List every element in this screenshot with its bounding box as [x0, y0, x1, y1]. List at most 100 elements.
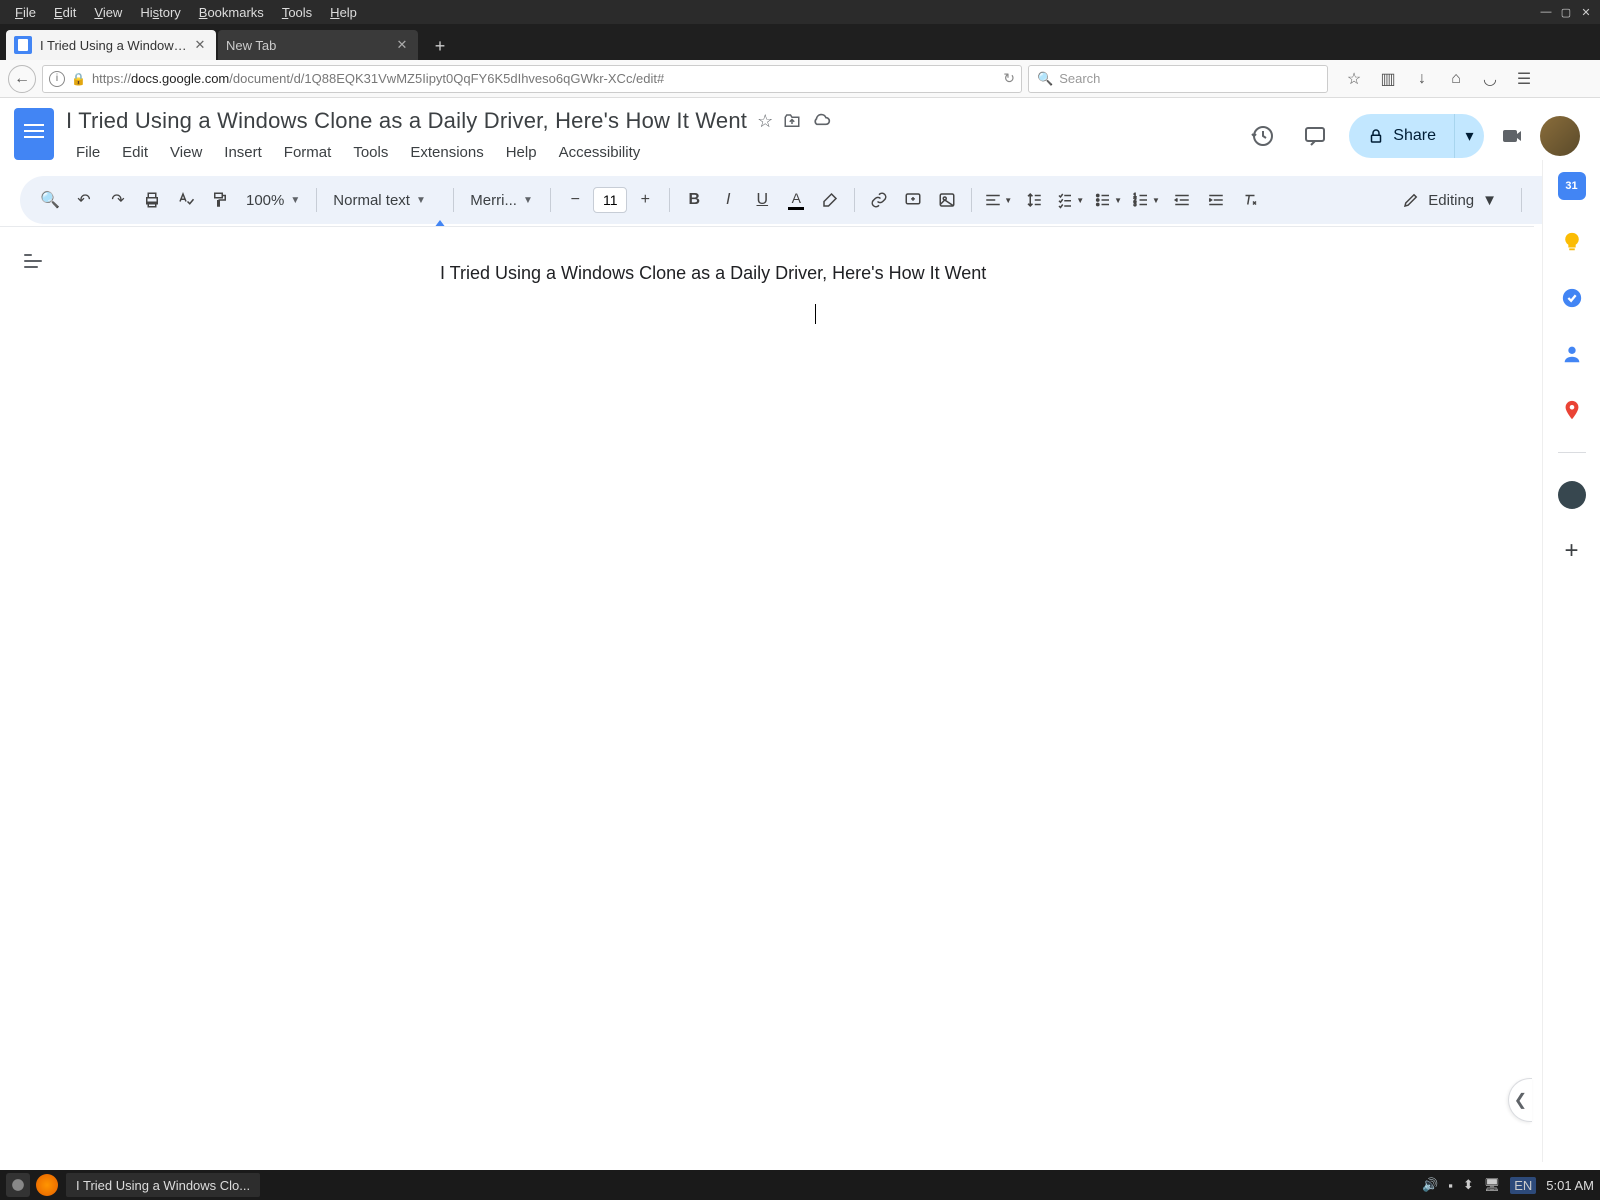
docs-menu-extensions[interactable]: Extensions [400, 140, 493, 165]
bullet-list-button[interactable]: ▼ [1090, 184, 1126, 216]
maps-app-icon[interactable] [1558, 396, 1586, 424]
underline-button[interactable]: U [746, 184, 778, 216]
docs-toolbar: 🔍 ↶ ↷ 100%▼ Normal text▼ Merri...▼ − + B… [20, 176, 1580, 224]
insert-image-button[interactable] [931, 184, 963, 216]
language-indicator[interactable]: EN [1510, 1177, 1536, 1194]
bold-button[interactable]: B [678, 184, 710, 216]
bookmark-star-button[interactable]: ☆ [1344, 69, 1364, 89]
docs-menu-view[interactable]: View [160, 140, 212, 165]
side-panel: 31 + [1542, 160, 1600, 1162]
os-menu-edit[interactable]: Edit [45, 5, 85, 20]
line-spacing-button[interactable] [1018, 184, 1050, 216]
downloads-button[interactable]: ↓ [1412, 69, 1432, 89]
docs-menu-tools[interactable]: Tools [343, 140, 398, 165]
insert-link-button[interactable] [863, 184, 895, 216]
start-button[interactable] [6, 1173, 30, 1197]
url-input[interactable]: i 🔒 https://docs.google.com/document/d/1… [42, 65, 1022, 93]
version-history-button[interactable] [1245, 118, 1281, 154]
os-menu-help[interactable]: Help [321, 5, 366, 20]
tasks-app-icon[interactable] [1558, 284, 1586, 312]
font-size-input[interactable] [593, 187, 627, 213]
numbered-list-button[interactable]: 123▼ [1128, 184, 1164, 216]
tray-icon[interactable]: ▪ [1448, 1178, 1453, 1193]
docs-menu-help[interactable]: Help [496, 140, 547, 165]
redo-button[interactable]: ↷ [102, 184, 134, 216]
docs-menu-insert[interactable]: Insert [214, 140, 272, 165]
taskbar-item[interactable]: I Tried Using a Windows Clo... [66, 1173, 260, 1197]
new-tab-button[interactable]: + [426, 32, 454, 60]
move-button[interactable] [783, 112, 801, 130]
align-button[interactable]: ▼ [980, 184, 1016, 216]
clear-formatting-button[interactable] [1234, 184, 1266, 216]
docs-menu-file[interactable]: File [66, 140, 110, 165]
cloud-status-icon[interactable] [811, 111, 831, 131]
docs-menu-edit[interactable]: Edit [112, 140, 158, 165]
back-button[interactable]: ← [8, 65, 36, 93]
tab-close-button[interactable]: ✕ [192, 37, 208, 53]
undo-button[interactable]: ↶ [68, 184, 100, 216]
docs-menu-format[interactable]: Format [274, 140, 342, 165]
clock[interactable]: 5:01 AM [1546, 1178, 1594, 1193]
get-addons-button[interactable]: + [1564, 537, 1578, 565]
reload-button[interactable]: ↻ [1003, 70, 1015, 87]
browser-search-input[interactable]: 🔍 Search [1028, 65, 1328, 93]
italic-button[interactable]: I [712, 184, 744, 216]
comments-button[interactable] [1297, 118, 1333, 154]
minimize-button[interactable]: — [1538, 4, 1554, 20]
calendar-app-icon[interactable]: 31 [1558, 172, 1586, 200]
tab-close-button[interactable]: ✕ [394, 37, 410, 53]
account-avatar[interactable] [1540, 116, 1580, 156]
star-button[interactable]: ☆ [757, 111, 773, 132]
add-comment-button[interactable] [897, 184, 929, 216]
increase-font-button[interactable]: + [629, 184, 661, 216]
site-info-icon[interactable]: i [49, 71, 65, 87]
addon-app-icon[interactable] [1558, 481, 1586, 509]
document-title[interactable]: I Tried Using a Windows Clone as a Daily… [66, 108, 747, 134]
docs-menu-accessibility[interactable]: Accessibility [549, 140, 651, 165]
network-icon[interactable]: 🖥 [1484, 1177, 1501, 1193]
editing-mode-select[interactable]: Editing ▼ [1390, 182, 1509, 218]
outline-toggle-button[interactable] [24, 247, 52, 275]
spellcheck-button[interactable] [170, 184, 202, 216]
decrease-indent-button[interactable] [1166, 184, 1198, 216]
text-color-button[interactable]: A [780, 184, 812, 216]
browser-tab-inactive[interactable]: New Tab ✕ [218, 30, 418, 60]
docs-logo-icon[interactable] [14, 108, 54, 160]
meet-button[interactable] [1500, 124, 1524, 148]
search-icon: 🔍 [1037, 71, 1053, 87]
highlight-color-button[interactable] [814, 184, 846, 216]
paint-format-button[interactable] [204, 184, 236, 216]
print-button[interactable] [136, 184, 168, 216]
keep-app-icon[interactable] [1558, 228, 1586, 256]
os-menu-view[interactable]: View [85, 5, 131, 20]
document-canvas[interactable]: I Tried Using a Windows Clone as a Daily… [0, 226, 1534, 1162]
expand-side-button[interactable]: ❮ [1508, 1078, 1532, 1122]
close-window-button[interactable]: ✕ [1578, 4, 1594, 20]
search-menus-button[interactable]: 🔍 [34, 184, 66, 216]
os-menu-tools[interactable]: Tools [273, 5, 321, 20]
decrease-font-button[interactable]: − [559, 184, 591, 216]
os-menu-file[interactable]: File [6, 5, 45, 20]
maximize-button[interactable]: ▢ [1558, 4, 1574, 20]
firefox-icon[interactable] [36, 1174, 58, 1196]
os-menu-history[interactable]: History [131, 5, 189, 20]
home-button[interactable]: ⌂ [1446, 69, 1466, 89]
font-select[interactable]: Merri...▼ [462, 185, 542, 215]
library-button[interactable]: ▥ [1378, 69, 1398, 89]
tab-title: I Tried Using a Windows Clon... [40, 38, 192, 53]
zoom-select[interactable]: 100%▼ [238, 185, 308, 215]
volume-icon[interactable]: 🔊 [1422, 1177, 1438, 1193]
browser-tab-active[interactable]: I Tried Using a Windows Clon... ✕ [6, 30, 216, 60]
share-dropdown-button[interactable]: ▾ [1454, 114, 1484, 158]
hamburger-menu-button[interactable]: ☰ [1514, 69, 1534, 89]
document-body-text[interactable]: I Tried Using a Windows Clone as a Daily… [440, 263, 1534, 284]
pocket-button[interactable]: ◡ [1480, 69, 1500, 89]
contacts-app-icon[interactable] [1558, 340, 1586, 368]
increase-indent-button[interactable] [1200, 184, 1232, 216]
share-button[interactable]: Share [1349, 114, 1454, 158]
checklist-button[interactable]: ▼ [1052, 184, 1088, 216]
style-select[interactable]: Normal text▼ [325, 185, 445, 215]
lock-icon [1367, 127, 1385, 145]
os-menu-bookmarks[interactable]: Bookmarks [190, 5, 273, 20]
tray-icon[interactable]: ⬍ [1463, 1177, 1474, 1193]
